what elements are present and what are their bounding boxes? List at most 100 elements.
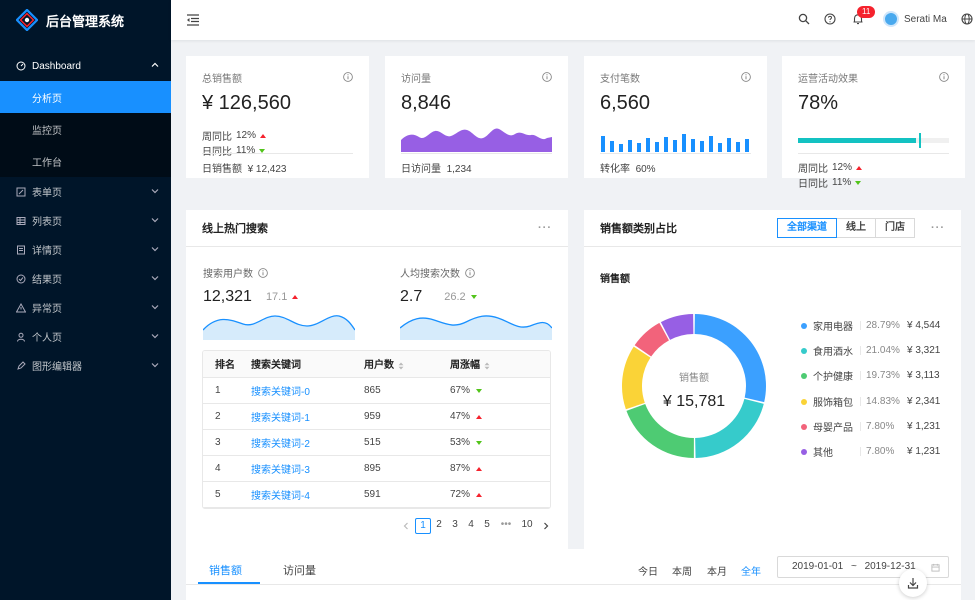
sidebar-item-account[interactable]: 个人页 [0, 322, 171, 351]
sidebar-item-form[interactable]: 表单页 [0, 177, 171, 206]
download-button[interactable] [899, 569, 927, 597]
segment-online[interactable]: 线上 [836, 218, 876, 238]
question-icon[interactable] [824, 13, 836, 25]
sidebar-item-exception[interactable]: 异常页 [0, 293, 171, 322]
sidebar-item-list[interactable]: 列表页 [0, 206, 171, 235]
sidebar-item-label: 异常页 [32, 304, 62, 315]
sort-icon[interactable] [398, 362, 404, 370]
user-count-cell: 515 [364, 429, 450, 456]
sidebar-item-result[interactable]: 结果页 [0, 264, 171, 293]
legend-item[interactable]: 家用电器 28.79% ¥ 4,544 [801, 318, 961, 333]
notification-badge: 11 [857, 6, 876, 18]
tab-visits[interactable]: 访问量 [283, 562, 316, 578]
legend-percent: 14.83% [866, 396, 900, 407]
chevron-down-icon [151, 247, 159, 252]
keyword-link[interactable]: 搜索关键词-1 [251, 403, 364, 430]
page-10[interactable]: 10 [517, 518, 537, 534]
sidebar-item-monitor[interactable]: 监控页 [0, 113, 171, 145]
footer-value: 60% [635, 164, 656, 175]
sidebar-item-profile[interactable]: 详情页 [0, 235, 171, 264]
metric-label: 人均搜索次数 [400, 269, 460, 280]
range-week[interactable]: 本周 [672, 563, 692, 578]
caret-up-icon [292, 295, 299, 299]
week-trend: 周同比 12% [798, 160, 863, 175]
info-icon[interactable] [741, 72, 751, 82]
legend-name: 个护健康 [813, 372, 853, 383]
menu-fold-icon[interactable] [186, 13, 200, 27]
app-logo[interactable]: 后台管理系统 [0, 0, 171, 40]
sidebar-item-editor[interactable]: 图形编辑器 [0, 351, 171, 380]
legend-item[interactable]: 食用酒水 21.04% ¥ 3,321 [801, 343, 961, 358]
weekly-range-cell: 53% [450, 429, 550, 456]
download-icon [907, 578, 919, 589]
rank-cell: 1 [203, 377, 251, 404]
legend-amount: ¥ 2,341 [907, 396, 941, 407]
info-icon[interactable] [465, 267, 475, 278]
info-icon[interactable] [939, 72, 949, 82]
keyword-link[interactable]: 搜索关键词-0 [251, 377, 364, 404]
logo-icon [16, 9, 38, 31]
form-icon [16, 187, 26, 196]
legend-item[interactable]: 母婴产品 7.80% ¥ 1,231 [801, 419, 961, 434]
range-month[interactable]: 本月 [707, 563, 727, 578]
info-icon[interactable] [542, 72, 552, 82]
donut-slice-4[interactable] [622, 346, 651, 410]
legend-item[interactable]: 服饰箱包 14.83% ¥ 2,341 [801, 394, 961, 409]
caret-up-icon [260, 133, 267, 138]
progress-track [798, 138, 949, 143]
info-icon[interactable] [258, 267, 268, 278]
donut-slice-1[interactable] [694, 314, 766, 403]
pagination: 1 2 3 4 5 ••• 10 [401, 518, 551, 534]
sidebar-item-dashboard[interactable]: Dashboard [0, 51, 171, 81]
date-start: 2019-01-01 [792, 561, 844, 572]
col-users[interactable]: 用户数 [364, 351, 450, 378]
avatar[interactable] [883, 11, 899, 27]
keyword-link[interactable]: 搜索关键词-4 [251, 481, 364, 508]
keyword-link[interactable]: 搜索关键词-3 [251, 455, 364, 482]
chevron-down-icon [151, 276, 159, 281]
caret-up-icon [476, 492, 483, 497]
sidebar-item-analysis[interactable]: 分析页 [0, 81, 171, 113]
more-icon[interactable]: ··· [931, 222, 945, 234]
info-icon[interactable] [343, 72, 353, 82]
legend-item[interactable]: 个护健康 19.73% ¥ 3,113 [801, 368, 961, 383]
metric-change: 26.2 [444, 291, 477, 303]
prev-page-icon[interactable] [401, 521, 411, 531]
search-icon[interactable] [798, 13, 810, 25]
chevron-down-icon [151, 189, 159, 194]
tab-sales[interactable]: 销售额 [209, 562, 242, 578]
legend-dot [801, 423, 807, 430]
keyword-link[interactable]: 搜索关键词-2 [251, 429, 364, 456]
page-1[interactable]: 1 [415, 518, 431, 534]
stat-value: 78% [798, 92, 839, 114]
user-name[interactable]: Serati Ma [904, 14, 947, 25]
pie-subtitle: 销售额 [600, 274, 630, 285]
page-4[interactable]: 4 [463, 518, 479, 534]
chevron-down-icon [151, 218, 159, 223]
stat-footer: 日访问量 1,234 [401, 153, 552, 175]
caret-up-icon [856, 165, 863, 170]
user-count-cell: 895 [364, 455, 450, 482]
legend-item[interactable]: 其他 7.80% ¥ 1,231 [801, 444, 961, 459]
table-row: 3 搜索关键词-2 515 53% [203, 429, 550, 456]
legend-name: 其他 [813, 448, 833, 459]
page-5[interactable]: 5 [479, 518, 495, 534]
donut-slice-3[interactable] [626, 404, 694, 458]
sidebar-item-workplace[interactable]: 工作台 [0, 145, 171, 177]
page-2[interactable]: 2 [431, 518, 447, 534]
segment-all[interactable]: 全部渠道 [777, 218, 837, 238]
chevron-down-icon [151, 305, 159, 310]
globe-icon[interactable] [961, 13, 973, 25]
range-today[interactable]: 今日 [638, 563, 658, 578]
range-year[interactable]: 全年 [741, 563, 761, 578]
user-count-cell: 959 [364, 403, 450, 430]
page-ellipsis[interactable]: ••• [495, 518, 517, 534]
sort-icon[interactable] [484, 362, 490, 370]
page-3[interactable]: 3 [447, 518, 463, 534]
col-weekly-range[interactable]: 周涨幅 [450, 351, 550, 378]
stat-value: 6,560 [600, 92, 651, 114]
next-page-icon[interactable] [541, 521, 551, 531]
segment-store[interactable]: 门店 [875, 218, 915, 238]
more-icon[interactable]: ··· [538, 222, 552, 234]
sidebar-item-label: 监控页 [32, 125, 62, 137]
